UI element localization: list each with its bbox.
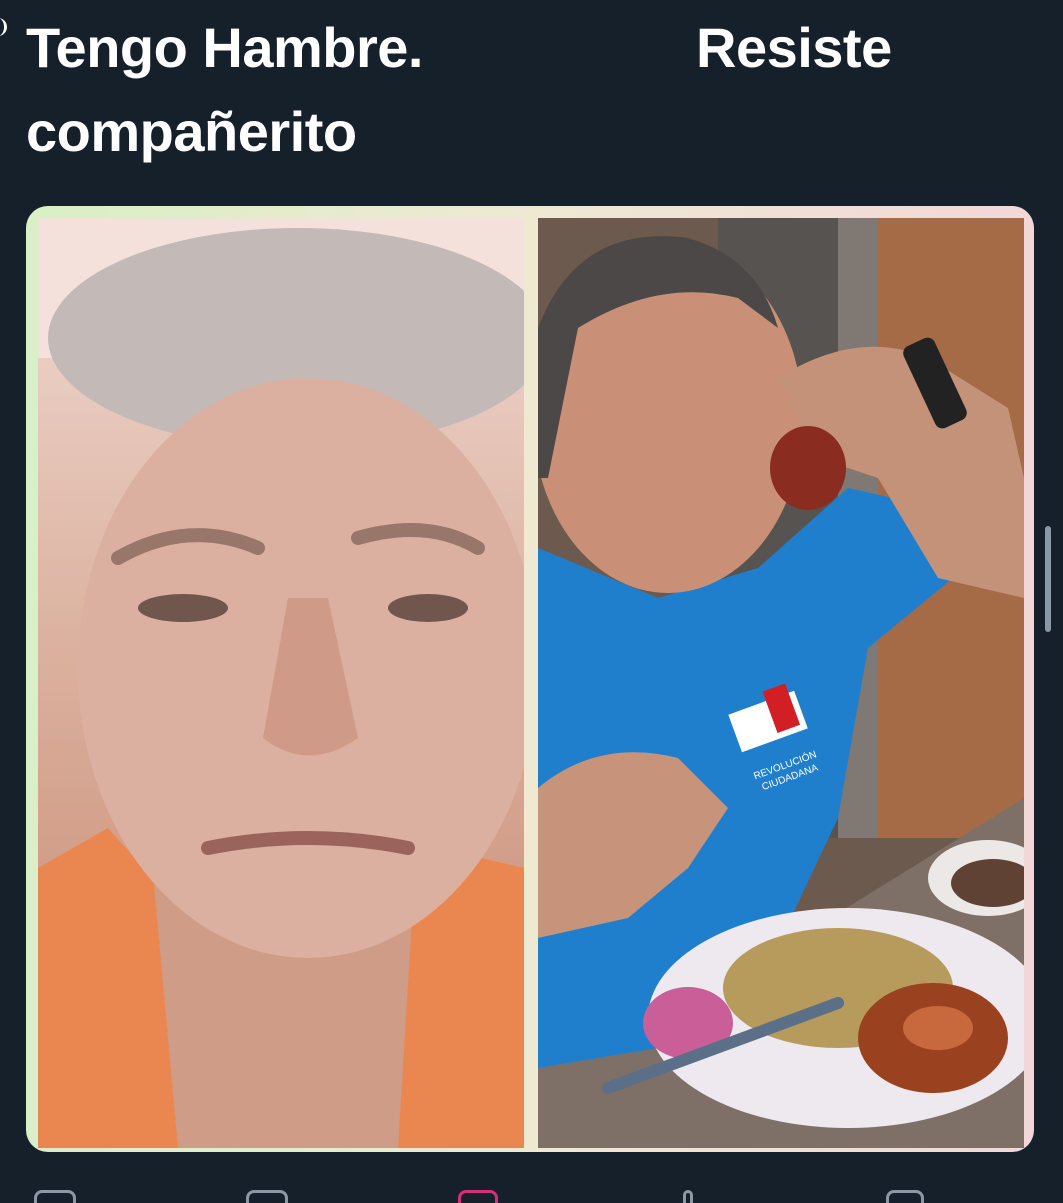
post-action-bar [0, 1182, 1063, 1203]
post-caption-right: Resiste [696, 16, 892, 79]
post-media[interactable]: REVOLUCIÓN CIUDADANA [26, 206, 1034, 1152]
edge-partial-icon [0, 18, 7, 36]
crab-claw [770, 426, 846, 510]
crab-highlight [903, 1006, 973, 1050]
media-image-right[interactable]: REVOLUCIÓN CIUDADANA [538, 218, 1024, 1148]
caption-left-line-2: compañerito [26, 100, 357, 163]
caption-left-line-1: Tengo Hambre. [26, 16, 423, 79]
photo-left-illustration [38, 218, 524, 1148]
media-image-left[interactable] [38, 218, 524, 1148]
scrollbar-thumb[interactable] [1045, 526, 1051, 632]
post-caption-left: Tengo Hambre. compañerito [26, 6, 423, 174]
photo-right-illustration: REVOLUCIÓN CIUDADANA [538, 218, 1024, 1148]
light-overlay [38, 218, 524, 1148]
